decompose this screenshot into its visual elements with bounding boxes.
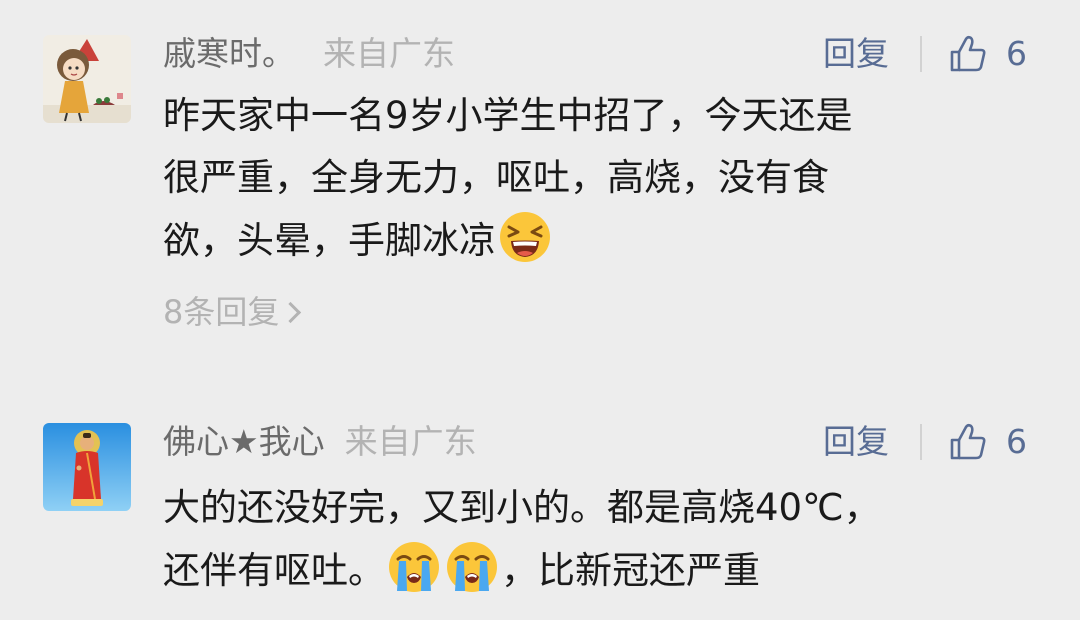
- comment-line: 还伴有呕吐。 ，比新冠还严重: [163, 539, 1043, 602]
- reply-button[interactable]: 回复: [823, 32, 889, 76]
- tired-laughing-face-emoji: [497, 209, 553, 265]
- username[interactable]: 戚寒时。: [163, 34, 295, 73]
- avatar[interactable]: [43, 423, 131, 511]
- comment-line-text: ，比新冠还严重: [501, 549, 760, 592]
- view-replies-link[interactable]: 8条回复: [163, 290, 302, 334]
- loudly-crying-face-emoji: [386, 539, 442, 595]
- divider: [920, 424, 922, 460]
- like-button[interactable]: 6: [948, 420, 1027, 464]
- comment-line: 欲，头晕，手脚冰凉: [163, 209, 1043, 272]
- cartoon-girl-avatar-image: [43, 35, 131, 123]
- comment-text: 大的还没好完，又到小的。都是高烧40℃， 还伴有呕吐。 ，比新冠还严重: [163, 477, 1043, 602]
- username[interactable]: 佛心★我心: [163, 422, 325, 461]
- divider: [920, 36, 922, 72]
- view-replies-label: 8条回复: [163, 293, 280, 331]
- comment-line-text: 还伴有呕吐。: [163, 549, 385, 592]
- like-count: 6: [1006, 422, 1027, 461]
- loudly-crying-face-emoji: [444, 539, 500, 595]
- comment-meta: 戚寒时。 来自广东: [163, 32, 455, 76]
- avatar[interactable]: [43, 35, 131, 123]
- comment-meta: 佛心★我心 来自广东: [163, 420, 477, 464]
- comment-text: 昨天家中一名9岁小学生中招了，今天还是 很严重，全身无力，呕吐，高烧，没有食 欲…: [163, 85, 1043, 272]
- thumbs-up-icon: [950, 423, 986, 460]
- comment-line: 很严重，全身无力，呕吐，高烧，没有食: [163, 156, 829, 199]
- comment-line: 大的还没好完，又到小的。都是高烧40℃，: [163, 486, 881, 529]
- comment-line: 昨天家中一名9岁小学生中招了，今天还是: [163, 94, 853, 137]
- thumbs-up-icon: [950, 35, 986, 72]
- reply-button[interactable]: 回复: [823, 420, 889, 464]
- location-label: 来自广东: [344, 422, 477, 461]
- like-button[interactable]: 6: [948, 32, 1027, 76]
- comment-line-text: 欲，头晕，手脚冰凉: [163, 219, 496, 262]
- buddha-avatar-image: [43, 423, 131, 511]
- chevron-right-icon: [280, 301, 302, 324]
- location-label: 来自广东: [323, 34, 455, 73]
- like-count: 6: [1006, 34, 1027, 73]
